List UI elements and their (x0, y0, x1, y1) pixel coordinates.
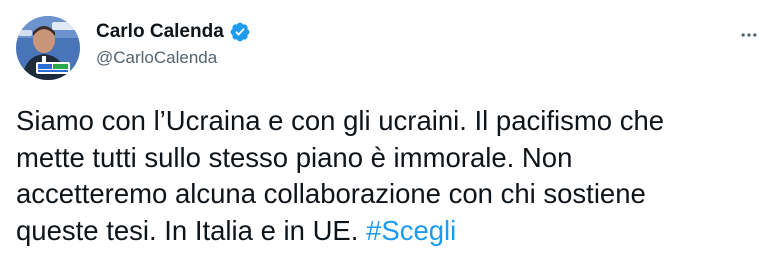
hashtag-link[interactable]: #Scegli (366, 215, 456, 246)
more-horizontal-icon (741, 33, 757, 37)
more-options-button[interactable] (732, 18, 766, 52)
author-handle[interactable]: @CarloCalenda (96, 48, 217, 68)
author-display-name[interactable]: Carlo Calenda (96, 21, 224, 43)
avatar-photo-icon (16, 16, 80, 80)
tweet-text: Siamo con l’Ucraina e con gli ucraini. I… (16, 103, 756, 249)
author-avatar[interactable] (16, 16, 80, 80)
verified-badge-icon (230, 22, 250, 42)
tweet-card: Carlo Calenda @CarloCalenda Siamo con l’… (0, 0, 780, 266)
author-name-row: Carlo Calenda (96, 20, 251, 44)
tweet-body-text: Siamo con l’Ucraina e con gli ucraini. I… (16, 105, 665, 246)
